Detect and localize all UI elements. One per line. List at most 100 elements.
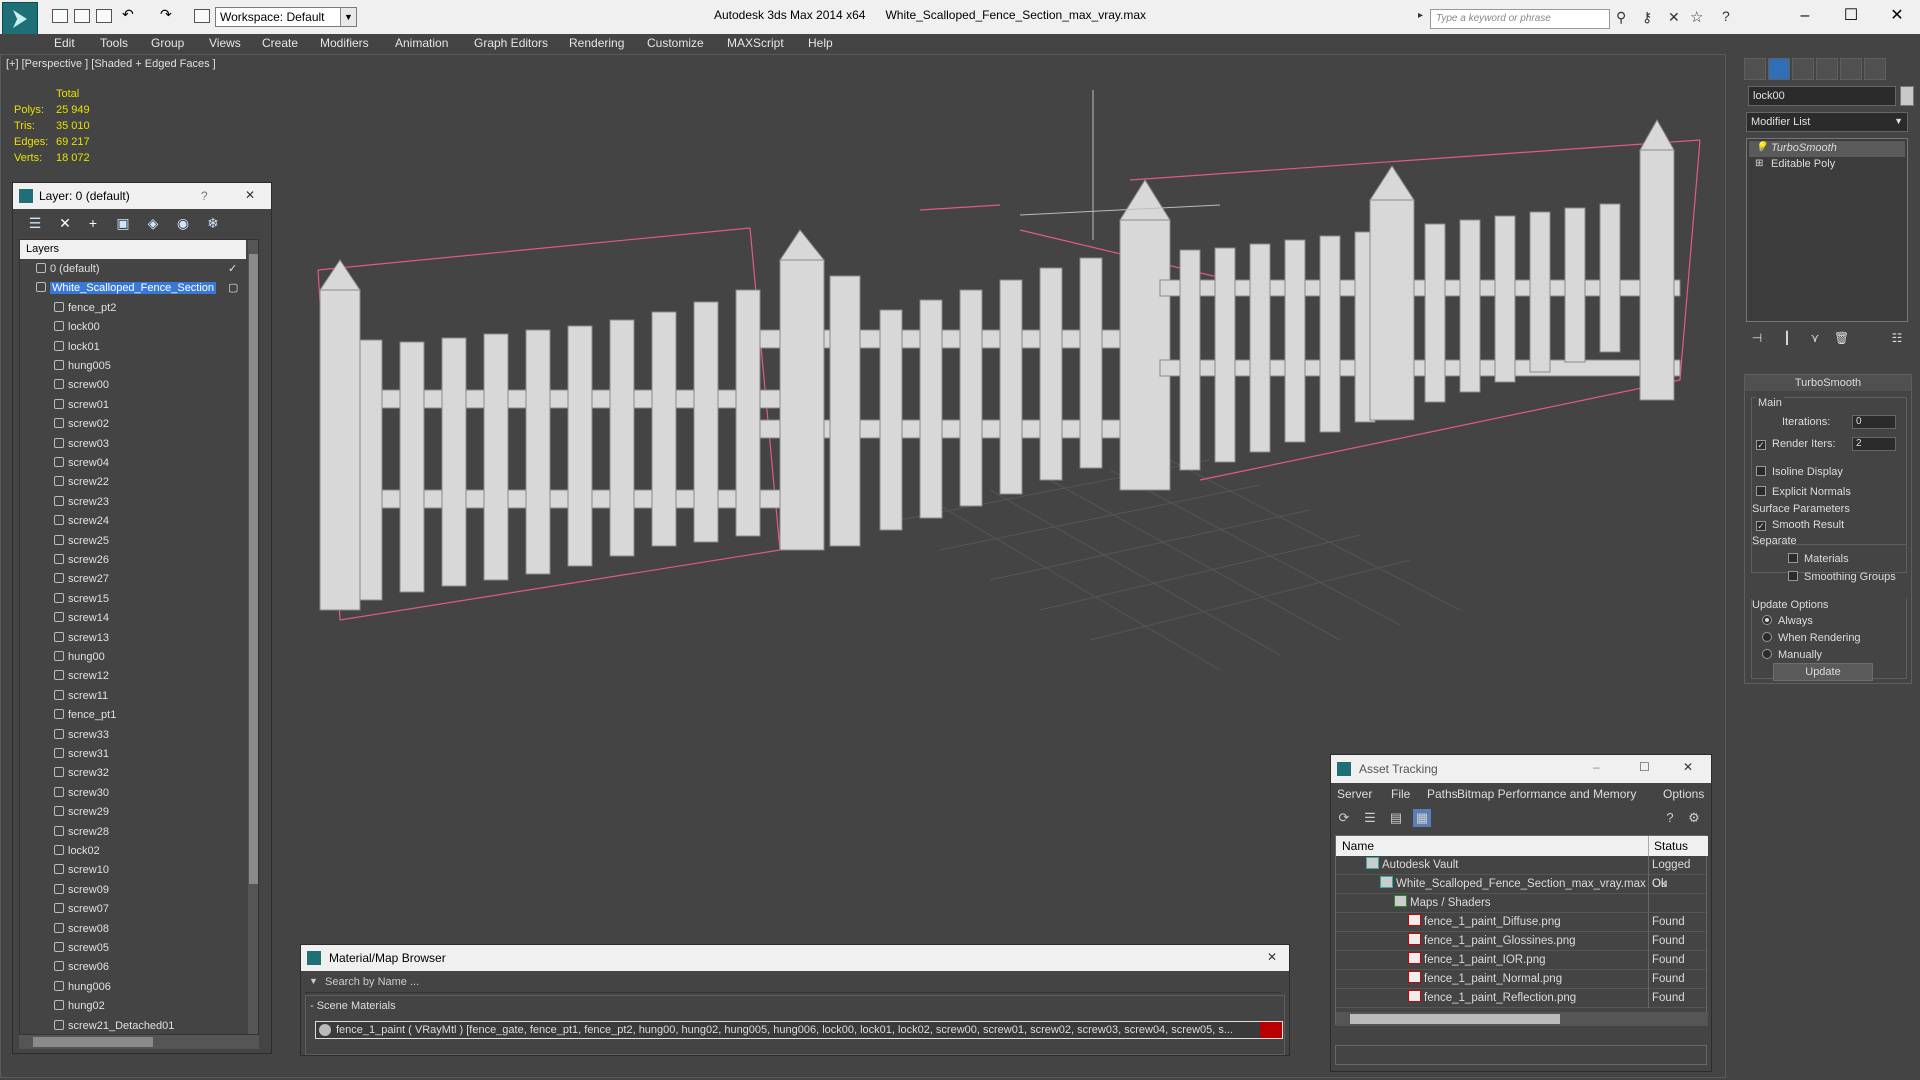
layer-item[interactable]: White_Scalloped_Fence_Section ▢ [20, 279, 246, 298]
minimize-button[interactable]: – [1593, 760, 1600, 774]
highlight-selected-icon[interactable]: ◈ [145, 215, 161, 231]
save-file-icon[interactable] [96, 9, 112, 23]
asset-row[interactable]: fence_1_paint_Diffuse.png Found [1336, 913, 1708, 932]
minimize-button[interactable]: – [1782, 4, 1828, 28]
asset-horizontal-scrollbar[interactable] [1336, 1012, 1708, 1026]
update-button[interactable]: Update [1773, 663, 1873, 681]
layer-object-item[interactable]: screw02 [20, 415, 246, 434]
create-tab-icon[interactable] [1744, 58, 1766, 80]
iterations-spinner[interactable]: 0 [1852, 415, 1896, 429]
viewport-label[interactable]: [+] [Perspective ] [Shaded + Edged Faces… [6, 58, 216, 70]
layer-object-item[interactable]: screw08 [20, 920, 246, 939]
always-radio[interactable] [1762, 615, 1772, 625]
layer-object-item[interactable]: hung00 [20, 648, 246, 667]
help-icon[interactable]: ? [1661, 809, 1679, 827]
undo-icon[interactable]: ↶ [122, 6, 138, 22]
add-to-layer-icon[interactable]: + [85, 215, 101, 231]
layer-object-item[interactable]: screw06 [20, 958, 246, 977]
asset-row[interactable]: fence_1_paint_Glossines.png Found [1336, 932, 1708, 951]
menu-server[interactable]: Server [1337, 787, 1372, 801]
layer-object-item[interactable]: screw27 [20, 570, 246, 589]
render-iters-spinner[interactable]: 2 [1852, 437, 1896, 451]
layer-panel-titlebar[interactable]: Layer: 0 (default) ? ✕ [13, 183, 271, 209]
menu-maxscript[interactable]: MAXScript [727, 36, 784, 50]
close-icon[interactable]: ✕ [1683, 760, 1693, 774]
layer-object-item[interactable]: hung005 [20, 357, 246, 376]
layer-object-item[interactable]: screw32 [20, 764, 246, 783]
smooth-result-checkbox[interactable]: ✓ [1756, 521, 1766, 531]
active-layer-check-icon[interactable]: ✓ [228, 260, 237, 279]
layer-object-item[interactable]: screw04 [20, 454, 246, 473]
project-folder-icon[interactable] [194, 9, 210, 23]
material-search-input[interactable]: ▼ Search by Name ... [305, 973, 1281, 993]
close-icon[interactable]: ✕ [1267, 950, 1277, 964]
menu-create[interactable]: Create [262, 36, 298, 50]
layer-object-item[interactable]: screw29 [20, 803, 246, 822]
display-tab-icon[interactable] [1840, 58, 1862, 80]
configure-sets-icon[interactable]: ☷ [1890, 331, 1904, 347]
menu-options[interactable]: Options [1663, 787, 1704, 801]
layer-object-item[interactable]: screw12 [20, 667, 246, 686]
layer-object-item[interactable]: screw30 [20, 784, 246, 803]
menu-help[interactable]: Help [808, 36, 833, 50]
layer-horizontal-scrollbar[interactable] [19, 1035, 259, 1049]
layer-object-item[interactable]: hung02 [20, 997, 246, 1016]
binoculars-icon[interactable]: ⚲ [1616, 9, 1626, 26]
asset-row[interactable]: fence_1_paint_IOR.png Found [1336, 951, 1708, 970]
asset-tracking-titlebar[interactable]: Asset Tracking – ☐ ✕ [1331, 755, 1711, 783]
layer-object-item[interactable]: hung006 [20, 978, 246, 997]
menu-group[interactable]: Group [151, 36, 184, 50]
pin-stack-icon[interactable]: ⊣ [1750, 331, 1764, 347]
maximize-button[interactable]: ☐ [1639, 760, 1650, 774]
layer-object-item[interactable]: screw05 [20, 939, 246, 958]
layer-object-item[interactable]: screw13 [20, 629, 246, 648]
layers-column-header[interactable]: Layers [20, 240, 246, 259]
help-button[interactable]: ? [201, 189, 208, 203]
create-layer-icon[interactable]: ☰ [27, 215, 43, 231]
hierarchy-tab-icon[interactable] [1792, 58, 1814, 80]
layer-object-item[interactable]: screw21_Detached01 [20, 1017, 246, 1034]
layer-object-item[interactable]: screw22 [20, 473, 246, 492]
layer-item[interactable]: 0 (default) ✓ [20, 260, 246, 279]
menu-bitmap-performance[interactable]: Bitmap Performance and Memory [1457, 787, 1636, 801]
object-name-field[interactable]: lock00 [1748, 86, 1896, 106]
help-icon[interactable]: ? [1722, 8, 1730, 24]
material-entry[interactable]: fence_1_paint ( VRayMtl ) [fence_gate, f… [315, 1021, 1283, 1039]
when-rendering-radio[interactable] [1762, 632, 1772, 642]
layer-object-item[interactable]: screw25 [20, 532, 246, 551]
select-objects-in-layer-icon[interactable]: ▣ [115, 215, 131, 231]
status-column-header[interactable]: Status [1654, 839, 1688, 853]
layer-object-item[interactable]: lock01 [20, 338, 246, 357]
refresh-icon[interactable]: ⟳ [1335, 809, 1353, 827]
asset-row[interactable]: fence_1_paint_Normal.png Found [1336, 970, 1708, 989]
rollout-title[interactable]: TurboSmooth [1745, 375, 1911, 391]
isoline-checkbox[interactable] [1756, 466, 1766, 476]
scene-materials-title[interactable]: - Scene Materials [310, 1000, 396, 1012]
layer-object-item[interactable]: screw00 [20, 376, 246, 395]
close-panel-button[interactable]: ✕ [245, 188, 255, 202]
smoothing-groups-checkbox[interactable] [1788, 571, 1798, 581]
asset-row[interactable]: Autodesk Vault Logged Ou [1336, 856, 1708, 890]
menu-file[interactable]: File [1391, 787, 1410, 801]
make-unique-icon[interactable]: ⋎ [1808, 331, 1822, 347]
layer-object-item[interactable]: screw24 [20, 512, 246, 531]
list-view-icon[interactable]: ☰ [1361, 809, 1379, 827]
scrollbar-thumb[interactable] [1350, 1014, 1560, 1024]
layer-object-item[interactable]: screw28 [20, 823, 246, 842]
remove-modifier-icon[interactable]: 🗑 [1834, 331, 1849, 347]
layer-object-item[interactable]: screw31 [20, 745, 246, 764]
freeze-unfreeze-all-icon[interactable]: ❄ [205, 215, 221, 231]
layer-object-item[interactable]: lock00 [20, 318, 246, 337]
layer-object-item[interactable]: lock02 [20, 842, 246, 861]
motion-tab-icon[interactable] [1816, 58, 1838, 80]
menu-edit[interactable]: Edit [54, 36, 75, 50]
explicit-normals-checkbox[interactable] [1756, 486, 1766, 496]
workspace-dropdown[interactable]: Workspace: Default ▼ [215, 7, 357, 27]
menu-rendering[interactable]: Rendering [569, 36, 624, 50]
options-dropdown-icon[interactable]: ▼ [309, 976, 318, 986]
show-end-result-icon[interactable]: ┃ [1780, 331, 1794, 347]
layer-object-item[interactable]: screw15 [20, 590, 246, 609]
layer-object-item[interactable]: screw14 [20, 609, 246, 628]
layer-object-item[interactable]: screw09 [20, 881, 246, 900]
lightbulb-icon[interactable]: 💡 [1755, 142, 1767, 153]
